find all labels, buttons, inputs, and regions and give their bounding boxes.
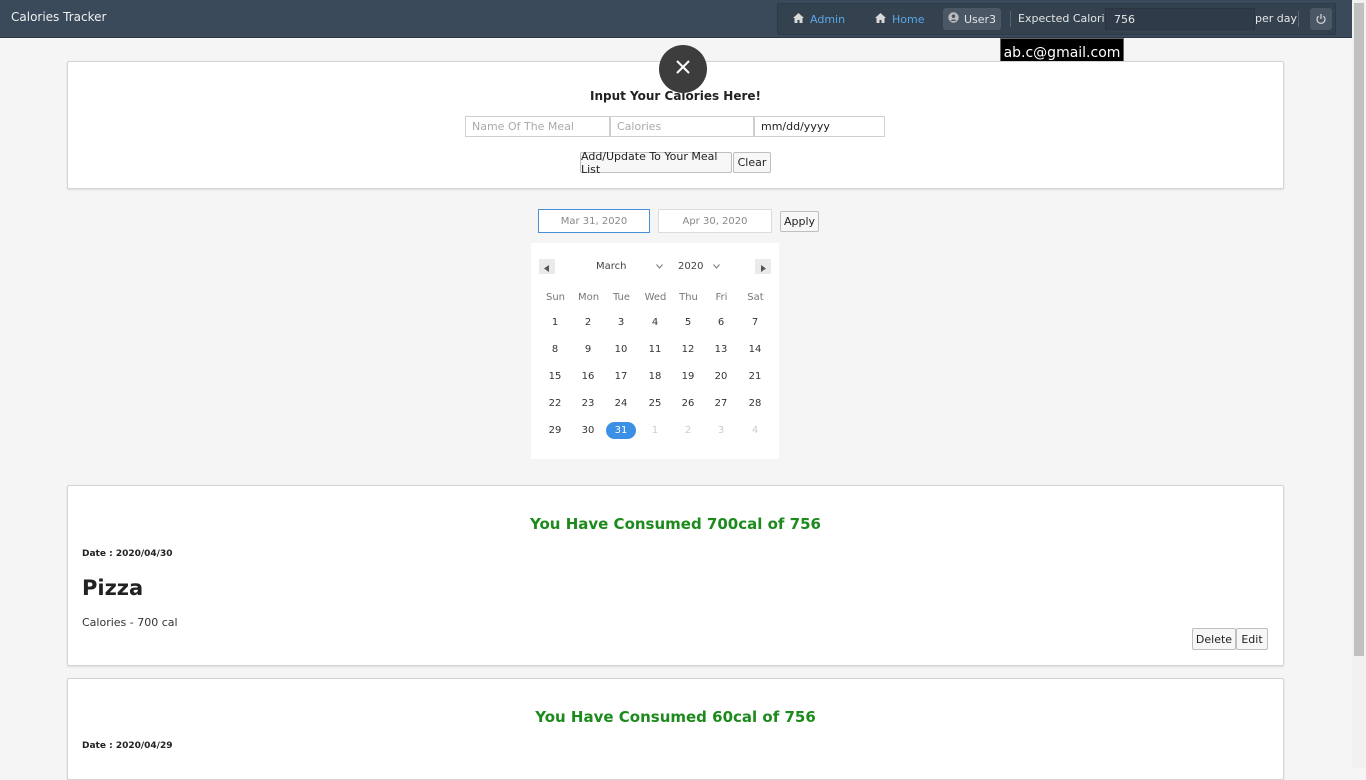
weekday-label: Wed bbox=[644, 292, 667, 303]
close-icon bbox=[675, 59, 691, 79]
year-select[interactable]: 2020 bbox=[678, 261, 720, 272]
scrollbar-thumb[interactable] bbox=[1354, 3, 1364, 656]
calendar-day[interactable]: 25 bbox=[640, 395, 670, 412]
next-month-button[interactable] bbox=[755, 259, 771, 274]
calendar-day[interactable]: 29 bbox=[540, 422, 570, 439]
admin-label: Admin bbox=[810, 13, 846, 26]
add-update-button[interactable]: Add/Update To Your Meal List bbox=[580, 150, 732, 176]
calendar-day[interactable]: 5 bbox=[673, 314, 703, 331]
calendar-day[interactable]: 2 bbox=[673, 422, 703, 439]
caret-left-icon bbox=[544, 257, 550, 276]
clear-button[interactable]: Clear bbox=[733, 152, 771, 173]
home-label: Home bbox=[892, 13, 925, 26]
chevron-down-icon bbox=[655, 261, 663, 272]
nav-group: Admin Home User3 Expected Calories per d… bbox=[777, 3, 1336, 35]
per-day-label: per day bbox=[1255, 12, 1298, 25]
calendar-day[interactable]: 24 bbox=[606, 395, 636, 412]
year-label: 2020 bbox=[678, 261, 704, 272]
calendar-day[interactable]: 19 bbox=[673, 368, 703, 385]
date-picker-calendar: March 2020 Sun Mon Tue Wed Thu Fri Sat 1234567… bbox=[531, 243, 779, 459]
user-button[interactable]: User3 bbox=[943, 8, 1001, 30]
close-button[interactable] bbox=[659, 45, 707, 93]
calendar-day[interactable]: 28 bbox=[740, 395, 770, 412]
consumed-summary: You Have Consumed 60cal of 756 bbox=[535, 708, 816, 726]
entry-date: Date : 2020/04/30 bbox=[82, 549, 173, 559]
weekday-label: Sat bbox=[747, 292, 764, 303]
calendar-day[interactable]: 3 bbox=[606, 314, 636, 331]
admin-link[interactable]: Admin bbox=[792, 9, 845, 30]
end-date-input[interactable]: Apr 30, 2020 bbox=[658, 209, 772, 233]
start-date-input[interactable]: Mar 31, 2020 bbox=[538, 209, 650, 233]
calendar-day[interactable]: 11 bbox=[640, 341, 670, 358]
month-label: March bbox=[596, 261, 627, 272]
calendar-day[interactable]: 1 bbox=[540, 314, 570, 331]
calendar-day[interactable]: 27 bbox=[706, 395, 736, 412]
weekday-label: Mon bbox=[577, 292, 600, 303]
user-icon bbox=[948, 12, 964, 26]
user-label: User3 bbox=[963, 12, 997, 26]
calendar-day[interactable]: 10 bbox=[606, 341, 636, 358]
calendar-day[interactable]: 17 bbox=[606, 368, 636, 385]
calendar-day[interactable]: 8 bbox=[540, 341, 570, 358]
calendar-day[interactable]: 13 bbox=[706, 341, 736, 358]
calendar-day[interactable]: 30 bbox=[573, 422, 603, 439]
top-navbar: Calories Tracker Admin Home User3 Expect… bbox=[0, 0, 1352, 38]
meal-calories: Calories - 700 cal bbox=[82, 616, 178, 629]
calendar-day[interactable]: 26 bbox=[673, 395, 703, 412]
expected-calories-input[interactable] bbox=[1105, 8, 1255, 30]
home-icon bbox=[874, 12, 892, 27]
calendar-day[interactable]: 4 bbox=[740, 422, 770, 439]
calendar-day[interactable]: 9 bbox=[573, 341, 603, 358]
calendar-day[interactable]: 18 bbox=[640, 368, 670, 385]
meal-name-input[interactable]: Name Of The Meal bbox=[465, 116, 610, 137]
entry-date: Date : 2020/04/29 bbox=[82, 741, 173, 751]
meal-date-input[interactable]: mm/dd/yyyy bbox=[754, 116, 885, 137]
expected-calories-label: Expected Calories bbox=[1018, 12, 1118, 25]
calendar-day[interactable]: 15 bbox=[540, 368, 570, 385]
weekday-label: Fri bbox=[715, 292, 728, 303]
nav-divider bbox=[1298, 11, 1299, 27]
weekday-label: Thu bbox=[679, 292, 698, 303]
calendar-day[interactable]: 4 bbox=[640, 314, 670, 331]
caret-right-icon bbox=[760, 257, 766, 276]
calendar-day[interactable]: 6 bbox=[706, 314, 736, 331]
page-scrollbar[interactable] bbox=[1352, 0, 1366, 768]
calendar-day[interactable]: 14 bbox=[740, 341, 770, 358]
meal-entry-card: You Have Consumed 700cal of 756 Date : 2… bbox=[67, 485, 1284, 666]
calendar-day[interactable]: 21 bbox=[740, 368, 770, 385]
weekday-label: Sun bbox=[545, 292, 566, 303]
edit-button[interactable]: Edit bbox=[1236, 628, 1268, 650]
calendar-day[interactable]: 7 bbox=[740, 314, 770, 331]
app-title[interactable]: Calories Tracker bbox=[11, 10, 106, 24]
calendar-day[interactable]: 1 bbox=[640, 422, 670, 439]
calendar-day[interactable]: 23 bbox=[573, 395, 603, 412]
logout-button[interactable] bbox=[1310, 8, 1332, 30]
home-link[interactable]: Home bbox=[874, 9, 924, 30]
meal-name: Pizza bbox=[82, 576, 144, 600]
consumed-summary: You Have Consumed 700cal of 756 bbox=[530, 515, 821, 533]
calendar-day[interactable]: 31 bbox=[606, 422, 636, 439]
chevron-down-icon bbox=[712, 261, 720, 272]
month-select[interactable]: March bbox=[596, 261, 663, 272]
nav-divider bbox=[1010, 11, 1011, 27]
apply-button[interactable]: Apply bbox=[780, 211, 819, 232]
calendar-day[interactable]: 20 bbox=[706, 368, 736, 385]
home-icon bbox=[792, 12, 810, 27]
weekday-label: Tue bbox=[612, 292, 631, 303]
calendar-day[interactable]: 3 bbox=[706, 422, 736, 439]
calendar-day[interactable]: 16 bbox=[573, 368, 603, 385]
meal-entry-card: You Have Consumed 60cal of 756 Date : 20… bbox=[67, 678, 1284, 780]
calendar-day[interactable]: 12 bbox=[673, 341, 703, 358]
prev-month-button[interactable] bbox=[539, 259, 555, 274]
power-icon bbox=[1315, 10, 1327, 29]
calories-input[interactable]: Calories bbox=[610, 116, 754, 137]
calendar-day[interactable]: 2 bbox=[573, 314, 603, 331]
calendar-day[interactable]: 22 bbox=[540, 395, 570, 412]
delete-button[interactable]: Delete bbox=[1192, 628, 1236, 650]
